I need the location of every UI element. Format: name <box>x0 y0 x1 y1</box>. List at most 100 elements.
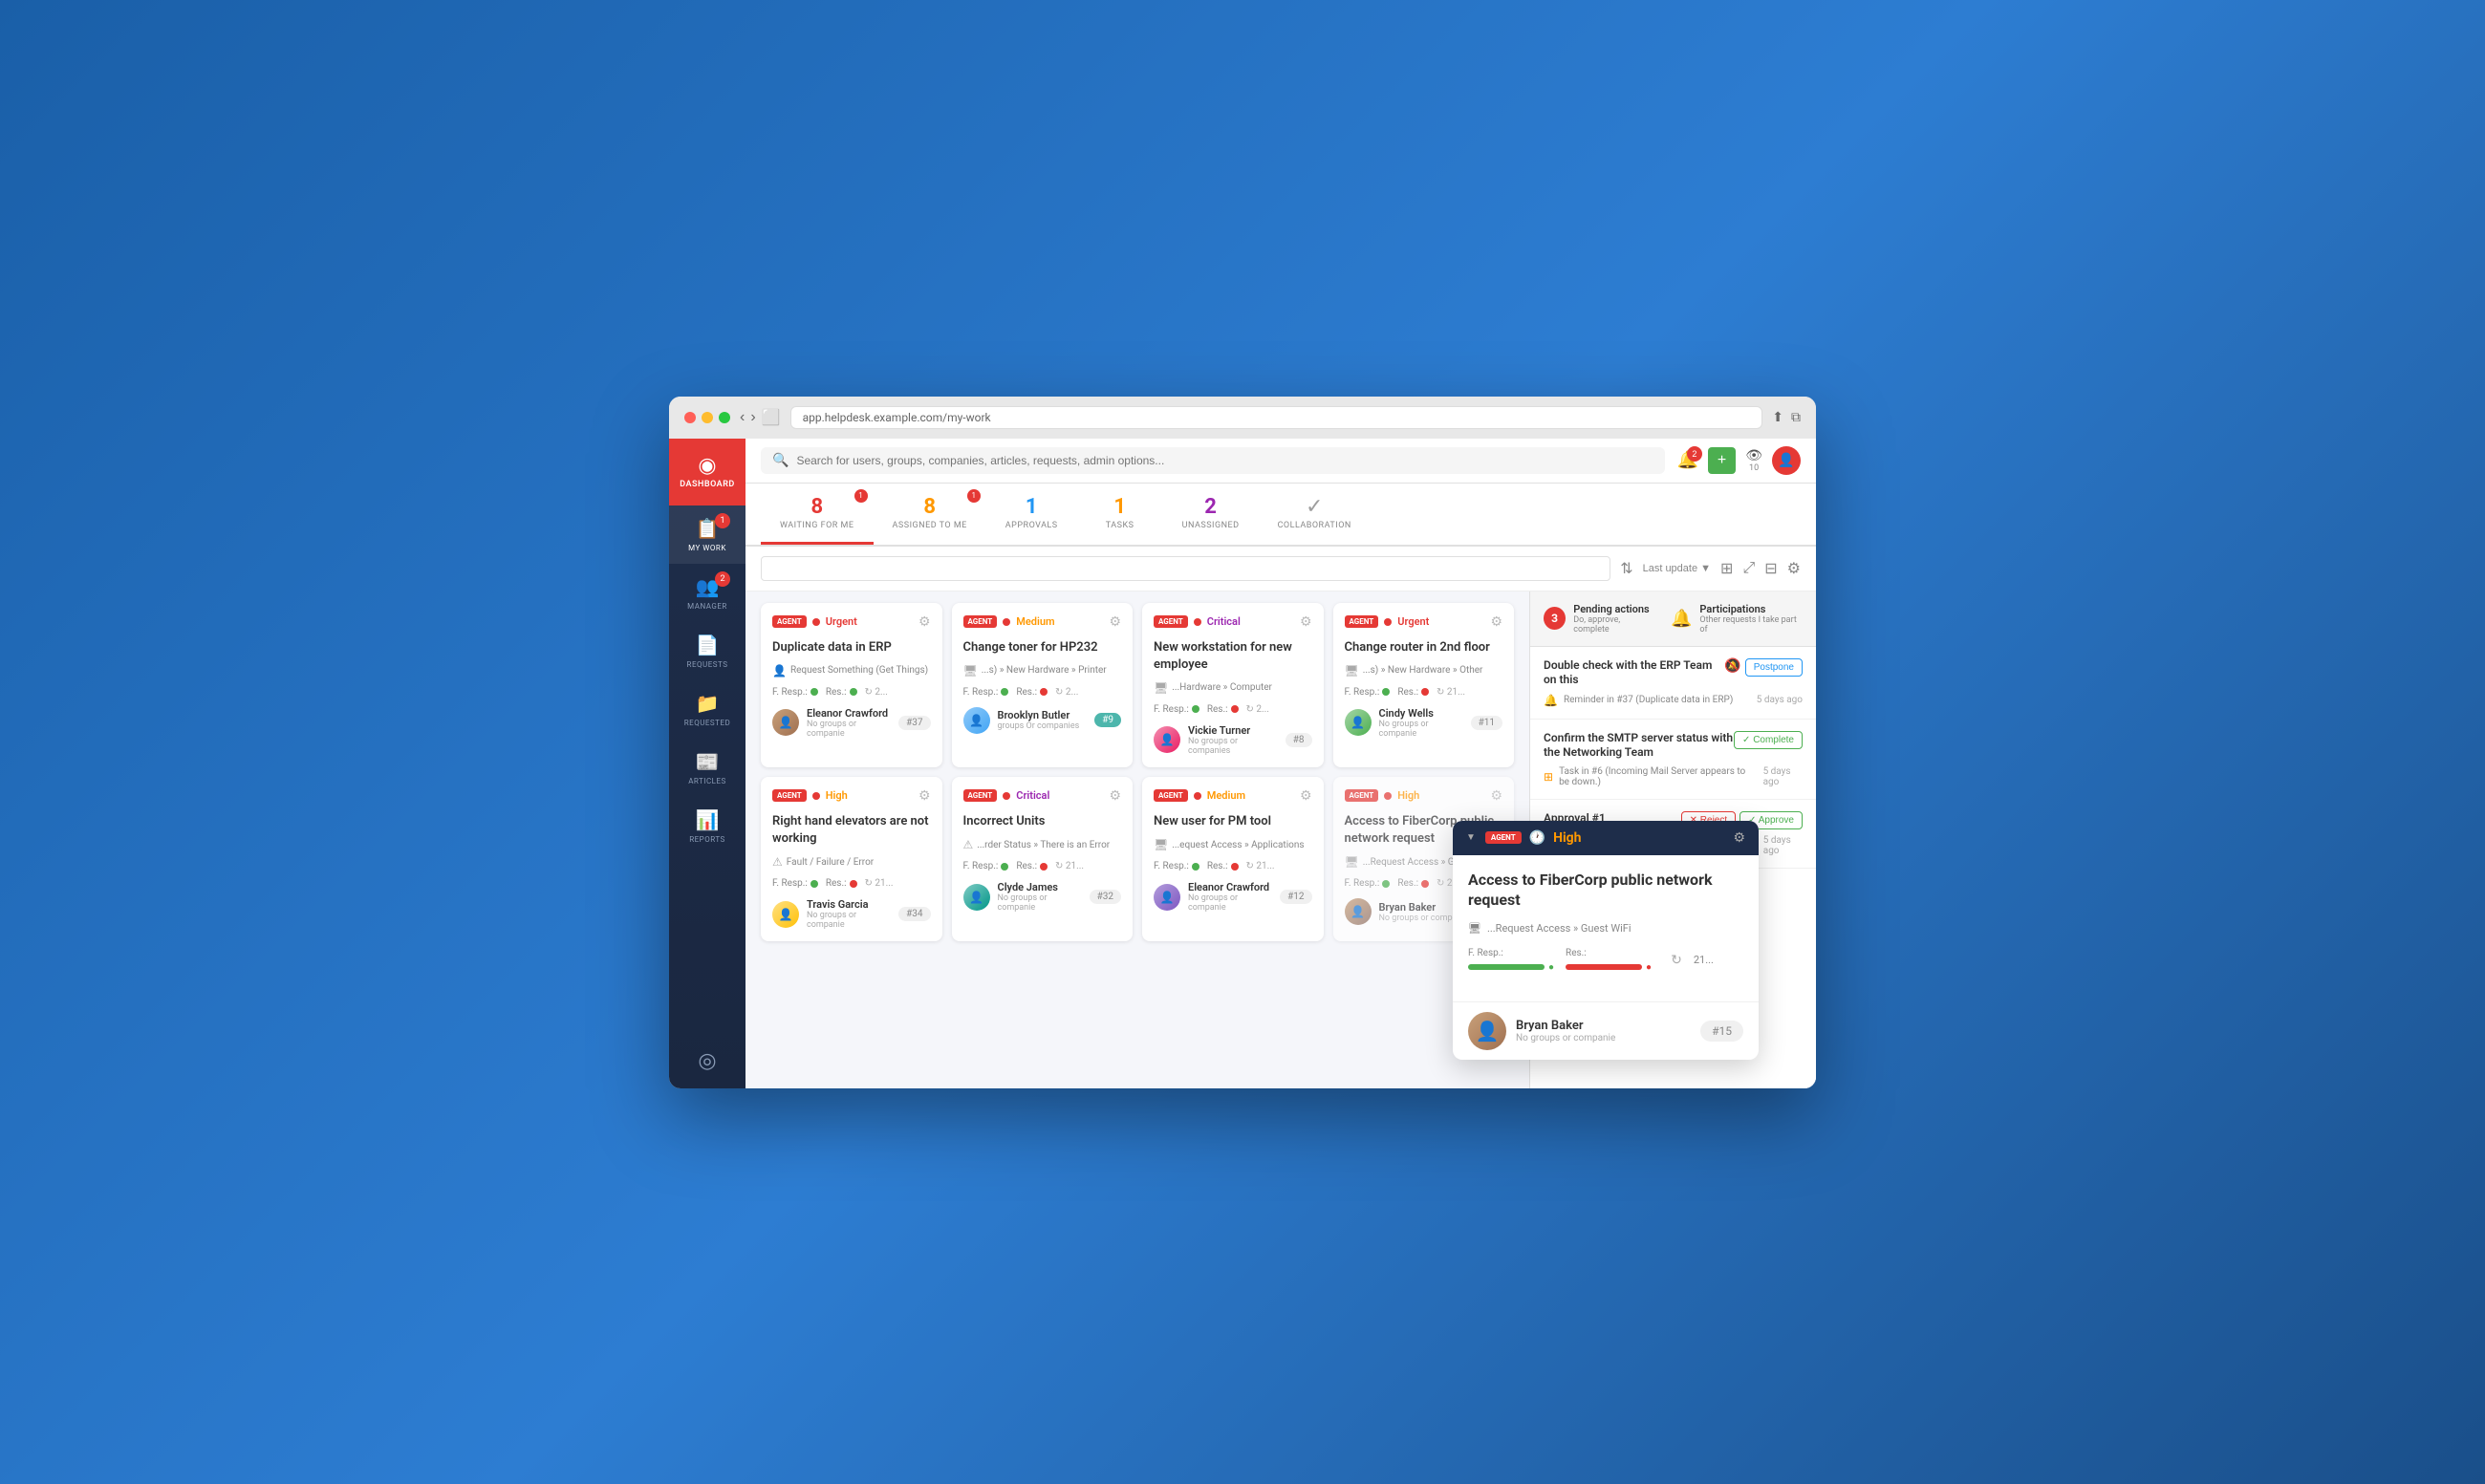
avatar-5: 👤 <box>772 901 799 928</box>
card-settings-5[interactable]: ⚙ <box>918 788 931 804</box>
tab-unassigned[interactable]: 2 UNASSIGNED <box>1163 484 1259 545</box>
f-resp-5: F. Resp.: <box>772 878 818 889</box>
popup-avatar: 👤 <box>1468 1012 1506 1050</box>
user-avatar-button[interactable]: 👤 <box>1772 446 1801 475</box>
top-bar: 🔍 🔔 2 + 👁 10 👤 <box>746 439 1816 484</box>
assigned-badge: 1 <box>967 489 981 503</box>
priority-1: Urgent <box>826 615 857 628</box>
sidebar-item-reports[interactable]: 📊 REPORTS <box>669 797 746 855</box>
sidebar-item-requests[interactable]: 📄 REQUESTS <box>669 622 746 680</box>
f-resp-7: F. Resp.: <box>1154 861 1199 871</box>
unassigned-label: UNASSIGNED <box>1182 521 1240 530</box>
right-panel-header: 3 Pending actions Do, approve, complete … <box>1530 591 1816 647</box>
card-title-7: New user for PM tool <box>1154 813 1312 830</box>
sidebar-item-my-work[interactable]: 1 📋 MY WORK <box>669 505 746 564</box>
ticket-card-incorrect-units[interactable]: AGENT Critical ⚙ Incorrect Units ⚠ ...rd… <box>952 777 1134 941</box>
expand-button[interactable]: ⤢ <box>1742 560 1755 577</box>
floating-popup: ▼ AGENT 🕐 High ⚙ Access to FiberCorp pub… <box>1453 821 1759 1060</box>
tab-assigned-to-me[interactable]: 1 8 ASSIGNED TO ME <box>874 484 986 545</box>
tab-view-button[interactable]: ⬜ <box>762 408 781 427</box>
filter-bar: ⇅ Last update ▼ ⊞ ⤢ ⊟ ⚙ <box>746 547 1816 591</box>
add-button[interactable]: + <box>1708 447 1736 474</box>
f-resp-dot-1 <box>810 688 818 696</box>
f-resp-4: F. Resp.: <box>1345 687 1391 698</box>
postpone-button-1[interactable]: Postpone <box>1745 658 1803 677</box>
forward-button[interactable]: › <box>750 409 755 426</box>
f-resp-dot-3 <box>1192 705 1199 713</box>
agent-badge-4: AGENT <box>1345 615 1379 628</box>
popup-footer: 👤 Bryan Baker No groups or companie #15 <box>1453 1001 1759 1060</box>
user-name-5: Travis Garcia <box>807 898 891 911</box>
rp-item-erp: Double check with the ERP Team on this 🔕… <box>1530 647 1816 720</box>
card-number-3: #8 <box>1286 733 1312 747</box>
duplicate-button[interactable]: ⧉ <box>1791 409 1801 425</box>
tab-approvals[interactable]: 1 APPROVALS <box>986 484 1077 545</box>
mute-icon-1[interactable]: 🔕 <box>1724 658 1740 677</box>
share-button[interactable]: ⬆ <box>1772 409 1783 425</box>
card-title-4: Change router in 2nd floor <box>1345 639 1503 656</box>
ticket-card-duplicate-erp[interactable]: AGENT Urgent ⚙ Duplicate data in ERP 👤 R… <box>761 603 942 767</box>
agent-badge-2: AGENT <box>963 615 998 628</box>
pending-actions-header: 3 Pending actions Do, approve, complete <box>1544 603 1655 634</box>
assigned-count: 8 <box>923 495 936 519</box>
category-text-6: ...rder Status » There is an Error <box>977 840 1110 850</box>
ticket-card-workstation[interactable]: AGENT Critical ⚙ New workstation for new… <box>1142 603 1324 767</box>
tasks-label: TASKS <box>1106 521 1134 530</box>
my-work-label: MY WORK <box>688 544 726 552</box>
search-icon: 🔍 <box>772 453 789 468</box>
top-bar-actions: 🔔 2 + 👁 10 👤 <box>1676 446 1801 475</box>
unassigned-count: 2 <box>1204 495 1217 519</box>
tab-tasks[interactable]: 1 TASKS <box>1077 484 1163 545</box>
sidebar-item-requested[interactable]: 📁 REQUESTED <box>669 680 746 739</box>
filter-search-input[interactable] <box>761 556 1610 581</box>
user-info-3: Vickie Turner No groups or companies <box>1188 724 1278 756</box>
alert-dot-4 <box>1384 618 1392 626</box>
popup-agent-badge: AGENT <box>1485 831 1522 844</box>
notification-button[interactable]: 🔔 2 <box>1676 450 1697 470</box>
popup-res: Res.: ● <box>1566 948 1652 973</box>
card-settings-1[interactable]: ⚙ <box>918 614 931 630</box>
ticket-card-elevators[interactable]: AGENT High ⚙ Right hand elevators are no… <box>761 777 942 941</box>
view-options-button[interactable]: ⊞ <box>1720 559 1733 578</box>
alert-dot-7 <box>1194 792 1201 800</box>
tab-collaboration[interactable]: ✓ COLLABORATION <box>1259 484 1371 545</box>
category-text-7: ...equest Access » Applications <box>1172 840 1304 850</box>
settings-button[interactable]: ⚙ <box>1787 559 1801 578</box>
rp-sub-text-1: Reminder in #37 (Duplicate data in ERP) <box>1564 695 1733 705</box>
help-icon[interactable]: ◎ <box>698 1049 716 1073</box>
sort-button[interactable]: ⇅ <box>1620 559 1632 578</box>
card-settings-3[interactable]: ⚙ <box>1300 614 1312 630</box>
rp-title-2: Confirm the SMTP server status with the … <box>1544 731 1734 761</box>
ticket-card-pm-tool[interactable]: AGENT Medium ⚙ New user for PM tool 🖥 ..… <box>1142 777 1324 941</box>
card-settings-2[interactable]: ⚙ <box>1109 614 1121 630</box>
sidebar-item-manager[interactable]: 2 👥 MANAGER <box>669 564 746 622</box>
search-input[interactable] <box>796 454 1653 467</box>
sidebar-item-articles[interactable]: 📰 ARTICLES <box>669 739 746 797</box>
card-settings-7[interactable]: ⚙ <box>1300 788 1312 804</box>
category-text-2: ...s) » New Hardware » Printer <box>982 665 1107 676</box>
cards-area: AGENT Urgent ⚙ Duplicate data in ERP 👤 R… <box>746 591 1529 1088</box>
grid-view-button[interactable]: ⊟ <box>1764 559 1777 578</box>
logo[interactable]: ◉ DASHBOARD <box>669 439 746 505</box>
pending-sub: Do, approve, complete <box>1573 615 1655 634</box>
bell-title: Participations <box>1699 603 1803 615</box>
complete-button-2[interactable]: ✓ Complete <box>1734 731 1803 749</box>
priority-6: Critical <box>1016 789 1049 802</box>
back-button[interactable]: ‹ <box>740 409 745 426</box>
card-category-4: 🖥 ...s) » New Hardware » Other <box>1345 664 1503 677</box>
ticket-card-toner[interactable]: AGENT Medium ⚙ Change toner for HP232 🖥 … <box>952 603 1134 767</box>
user-sub-7: No groups or companie <box>1188 893 1272 913</box>
rp-actions-1: 🔕 Postpone <box>1724 658 1803 677</box>
alert-dot-1 <box>812 618 820 626</box>
f-resp-dot-8 <box>1382 880 1390 888</box>
reminder-icon-1: 🔔 <box>1544 694 1558 707</box>
card-settings-4[interactable]: ⚙ <box>1490 614 1502 630</box>
popup-count: 21... <box>1694 954 1714 966</box>
card-settings-6[interactable]: ⚙ <box>1109 788 1121 804</box>
tab-waiting-for-me[interactable]: 1 8 WAITING FOR ME <box>761 484 874 545</box>
last-update-button[interactable]: Last update ▼ <box>1643 563 1711 574</box>
ticket-card-router[interactable]: AGENT Urgent ⚙ Change router in 2nd floo… <box>1333 603 1515 767</box>
popup-settings-icon[interactable]: ⚙ <box>1733 830 1745 846</box>
card-settings-8[interactable]: ⚙ <box>1490 788 1502 804</box>
eye-button[interactable]: 👁 10 <box>1745 448 1762 473</box>
